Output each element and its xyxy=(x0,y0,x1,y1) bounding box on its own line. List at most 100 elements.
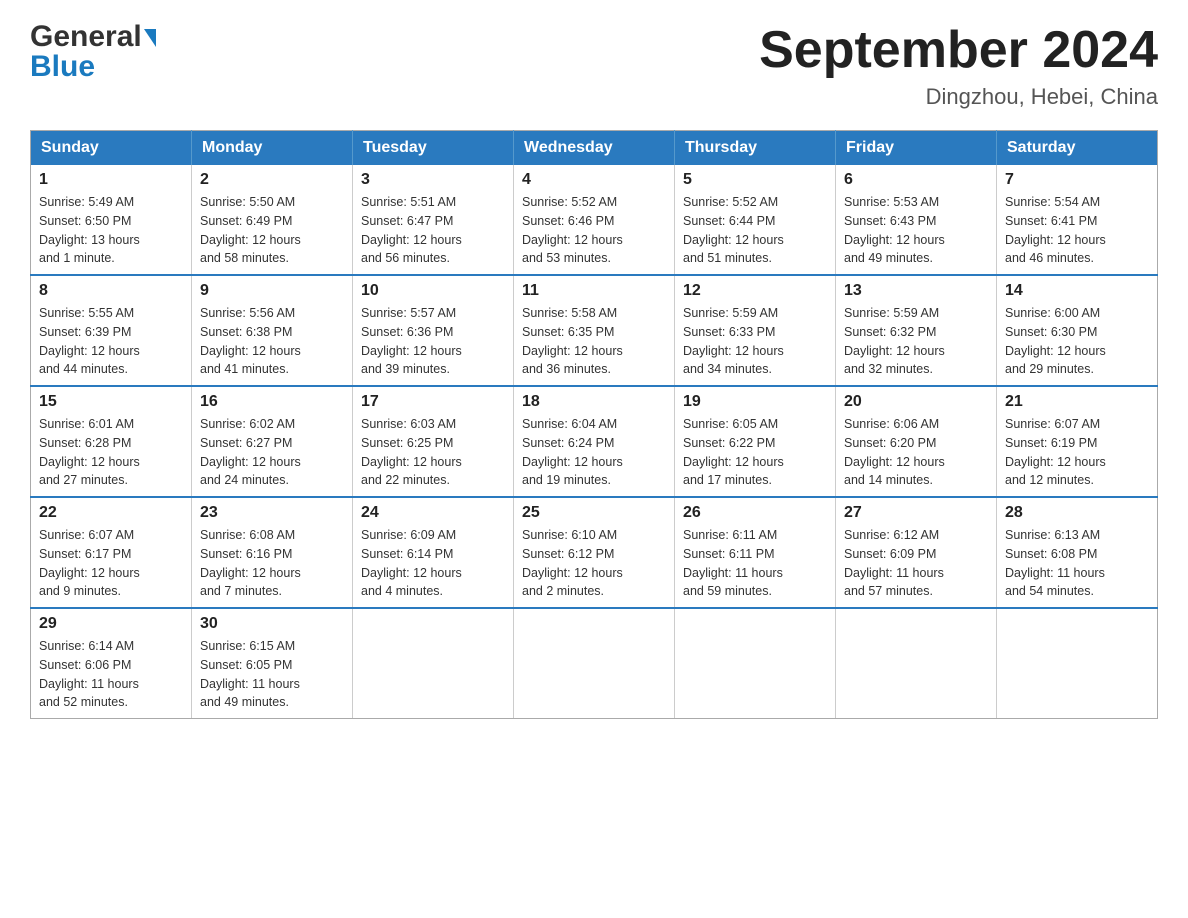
day-cell-4: 4Sunrise: 5:52 AM Sunset: 6:46 PM Daylig… xyxy=(514,165,675,275)
day-number: 27 xyxy=(844,504,988,522)
day-number: 21 xyxy=(1005,393,1149,411)
day-info: Sunrise: 6:08 AM Sunset: 6:16 PM Dayligh… xyxy=(200,526,344,601)
day-info: Sunrise: 6:13 AM Sunset: 6:08 PM Dayligh… xyxy=(1005,526,1149,601)
day-info: Sunrise: 6:14 AM Sunset: 6:06 PM Dayligh… xyxy=(39,637,183,712)
day-cell-27: 27 Sunrise: 6:12 AM Sunset: 6:09 PM Dayli… xyxy=(836,497,997,608)
day-number: 29 xyxy=(39,615,183,633)
day-number: 5 xyxy=(683,171,827,189)
day-number: 15 xyxy=(39,393,183,411)
day-info: Sunrise: 5:52 AM Sunset: 6:44 PM Dayligh… xyxy=(683,193,827,268)
day-number: 30 xyxy=(200,615,344,633)
day-info: Sunrise: 5:57 AM Sunset: 6:36 PM Dayligh… xyxy=(361,304,505,379)
day-number: 8 xyxy=(39,282,183,300)
calendar-subtitle: Dingzhou, Hebei, China xyxy=(759,84,1158,110)
day-cell-12: 12 Sunrise: 5:59 AM Sunset: 6:33 PM Dayli… xyxy=(675,275,836,386)
day-number: 6 xyxy=(844,171,988,189)
day-info: Sunrise: 5:59 AM Sunset: 6:32 PM Dayligh… xyxy=(844,304,988,379)
day-info: Sunrise: 6:04 AM Sunset: 6:24 PM Dayligh… xyxy=(522,415,666,490)
day-cell-25: 25Sunrise: 6:10 AM Sunset: 6:12 PM Dayli… xyxy=(514,497,675,608)
day-info: Sunrise: 6:06 AM Sunset: 6:20 PM Dayligh… xyxy=(844,415,988,490)
day-info: Sunrise: 5:50 AM Sunset: 6:49 PM Dayligh… xyxy=(200,193,344,268)
day-number: 23 xyxy=(200,504,344,522)
day-cell-10: 10 Sunrise: 5:57 AM Sunset: 6:36 PM Dayli… xyxy=(353,275,514,386)
day-cell-23: 23 Sunrise: 6:08 AM Sunset: 6:16 PM Dayli… xyxy=(192,497,353,608)
day-cell-20: 20 Sunrise: 6:06 AM Sunset: 6:20 PM Dayli… xyxy=(836,386,997,497)
logo-triangle-icon xyxy=(144,29,156,47)
day-cell-1: 1 Sunrise: 5:49 AM Sunset: 6:50 PM Daylig… xyxy=(31,165,192,275)
calendar-header: SundayMondayTuesdayWednesdayThursdayFrid… xyxy=(31,131,1158,166)
day-number: 20 xyxy=(844,393,988,411)
header-cell-saturday: Saturday xyxy=(997,131,1158,166)
day-info: Sunrise: 6:11 AM Sunset: 6:11 PM Dayligh… xyxy=(683,526,827,601)
day-number: 16 xyxy=(200,393,344,411)
empty-cell xyxy=(353,608,514,719)
day-cell-19: 19 Sunrise: 6:05 AM Sunset: 6:22 PM Dayli… xyxy=(675,386,836,497)
day-cell-29: 29 Sunrise: 6:14 AM Sunset: 6:06 PM Dayli… xyxy=(31,608,192,719)
day-cell-13: 13 Sunrise: 5:59 AM Sunset: 6:32 PM Dayli… xyxy=(836,275,997,386)
day-info: Sunrise: 6:15 AM Sunset: 6:05 PM Dayligh… xyxy=(200,637,344,712)
day-cell-15: 15Sunrise: 6:01 AM Sunset: 6:28 PM Dayli… xyxy=(31,386,192,497)
page-header: General Blue September 2024 Dingzhou, He… xyxy=(30,20,1158,110)
day-number: 26 xyxy=(683,504,827,522)
day-info: Sunrise: 5:53 AM Sunset: 6:43 PM Dayligh… xyxy=(844,193,988,268)
day-cell-6: 6 Sunrise: 5:53 AM Sunset: 6:43 PM Daylig… xyxy=(836,165,997,275)
logo: General Blue xyxy=(30,20,156,84)
logo-general-text: General xyxy=(30,20,142,54)
day-info: Sunrise: 6:02 AM Sunset: 6:27 PM Dayligh… xyxy=(200,415,344,490)
calendar-table: SundayMondayTuesdayWednesdayThursdayFrid… xyxy=(30,130,1158,719)
day-cell-17: 17 Sunrise: 6:03 AM Sunset: 6:25 PM Dayli… xyxy=(353,386,514,497)
day-cell-5: 5 Sunrise: 5:52 AM Sunset: 6:44 PM Daylig… xyxy=(675,165,836,275)
day-info: Sunrise: 5:59 AM Sunset: 6:33 PM Dayligh… xyxy=(683,304,827,379)
day-info: Sunrise: 6:12 AM Sunset: 6:09 PM Dayligh… xyxy=(844,526,988,601)
empty-cell xyxy=(675,608,836,719)
day-number: 9 xyxy=(200,282,344,300)
day-info: Sunrise: 6:03 AM Sunset: 6:25 PM Dayligh… xyxy=(361,415,505,490)
day-number: 11 xyxy=(522,282,666,300)
day-cell-28: 28Sunrise: 6:13 AM Sunset: 6:08 PM Dayli… xyxy=(997,497,1158,608)
day-number: 2 xyxy=(200,171,344,189)
calendar-title-area: September 2024 Dingzhou, Hebei, China xyxy=(759,20,1158,110)
empty-cell xyxy=(997,608,1158,719)
day-number: 1 xyxy=(39,171,183,189)
day-cell-22: 22Sunrise: 6:07 AM Sunset: 6:17 PM Dayli… xyxy=(31,497,192,608)
header-cell-sunday: Sunday xyxy=(31,131,192,166)
day-cell-7: 7Sunrise: 5:54 AM Sunset: 6:41 PM Daylig… xyxy=(997,165,1158,275)
day-number: 3 xyxy=(361,171,505,189)
calendar-title: September 2024 xyxy=(759,20,1158,80)
week-row-1: 1 Sunrise: 5:49 AM Sunset: 6:50 PM Daylig… xyxy=(31,165,1158,275)
day-number: 10 xyxy=(361,282,505,300)
day-number: 12 xyxy=(683,282,827,300)
day-info: Sunrise: 5:51 AM Sunset: 6:47 PM Dayligh… xyxy=(361,193,505,268)
day-cell-8: 8 Sunrise: 5:55 AM Sunset: 6:39 PM Daylig… xyxy=(31,275,192,386)
day-number: 22 xyxy=(39,504,183,522)
day-cell-26: 26 Sunrise: 6:11 AM Sunset: 6:11 PM Dayli… xyxy=(675,497,836,608)
day-info: Sunrise: 6:05 AM Sunset: 6:22 PM Dayligh… xyxy=(683,415,827,490)
day-cell-9: 9 Sunrise: 5:56 AM Sunset: 6:38 PM Daylig… xyxy=(192,275,353,386)
week-row-2: 8 Sunrise: 5:55 AM Sunset: 6:39 PM Daylig… xyxy=(31,275,1158,386)
day-number: 14 xyxy=(1005,282,1149,300)
day-info: Sunrise: 6:00 AM Sunset: 6:30 PM Dayligh… xyxy=(1005,304,1149,379)
day-number: 24 xyxy=(361,504,505,522)
day-number: 7 xyxy=(1005,171,1149,189)
header-cell-monday: Monday xyxy=(192,131,353,166)
day-number: 13 xyxy=(844,282,988,300)
day-cell-16: 16 Sunrise: 6:02 AM Sunset: 6:27 PM Dayli… xyxy=(192,386,353,497)
week-row-4: 22Sunrise: 6:07 AM Sunset: 6:17 PM Dayli… xyxy=(31,497,1158,608)
day-number: 19 xyxy=(683,393,827,411)
day-cell-18: 18 Sunrise: 6:04 AM Sunset: 6:24 PM Dayli… xyxy=(514,386,675,497)
header-cell-wednesday: Wednesday xyxy=(514,131,675,166)
day-info: Sunrise: 6:09 AM Sunset: 6:14 PM Dayligh… xyxy=(361,526,505,601)
empty-cell xyxy=(514,608,675,719)
header-row: SundayMondayTuesdayWednesdayThursdayFrid… xyxy=(31,131,1158,166)
day-number: 17 xyxy=(361,393,505,411)
day-info: Sunrise: 5:55 AM Sunset: 6:39 PM Dayligh… xyxy=(39,304,183,379)
day-number: 4 xyxy=(522,171,666,189)
day-info: Sunrise: 5:56 AM Sunset: 6:38 PM Dayligh… xyxy=(200,304,344,379)
day-number: 25 xyxy=(522,504,666,522)
day-cell-24: 24 Sunrise: 6:09 AM Sunset: 6:14 PM Dayli… xyxy=(353,497,514,608)
day-number: 18 xyxy=(522,393,666,411)
calendar-body: 1 Sunrise: 5:49 AM Sunset: 6:50 PM Daylig… xyxy=(31,165,1158,719)
header-cell-tuesday: Tuesday xyxy=(353,131,514,166)
header-cell-thursday: Thursday xyxy=(675,131,836,166)
day-info: Sunrise: 5:49 AM Sunset: 6:50 PM Dayligh… xyxy=(39,193,183,268)
